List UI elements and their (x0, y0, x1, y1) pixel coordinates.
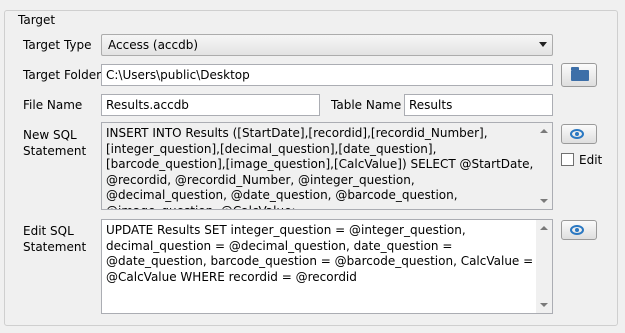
edit-sql-label-line1: Edit SQL (23, 224, 74, 238)
target-folder-label: Target Folder (23, 68, 102, 82)
group-title: Target (15, 13, 59, 27)
scroll-up-arrow-icon[interactable] (540, 129, 548, 133)
edit-sql-text: UPDATE Results SET integer_question = @i… (106, 223, 534, 284)
table-name-input[interactable]: Results (404, 94, 553, 116)
view-edit-sql-button[interactable] (561, 220, 597, 240)
target-type-label: Target Type (23, 38, 92, 52)
chevron-down-icon (539, 42, 547, 47)
file-name-input[interactable]: Results.accdb (101, 94, 320, 116)
new-sql-textarea[interactable]: INSERT INTO Results ([StartDate],[record… (101, 122, 553, 210)
browse-folder-button[interactable] (561, 63, 597, 87)
new-sql-scrollbar[interactable] (536, 123, 552, 209)
target-folder-input[interactable]: C:\Users\public\Desktop (101, 64, 553, 86)
folder-icon (571, 67, 589, 81)
new-sql-label-line1: New SQL (23, 128, 77, 142)
file-name-label: File Name (23, 98, 83, 112)
new-sql-text: INSERT INTO Results ([StartDate],[record… (106, 126, 534, 209)
scroll-down-arrow-icon[interactable] (540, 199, 548, 203)
edit-sql-textarea[interactable]: UPDATE Results SET integer_question = @i… (101, 219, 553, 314)
scroll-down-arrow-icon[interactable] (540, 303, 548, 307)
table-name-label: Table Name (331, 98, 402, 112)
eye-icon (570, 225, 584, 235)
edit-sql-label-line2: Statement (23, 240, 87, 254)
target-type-value: Access (accdb) (108, 38, 199, 52)
edit-sql-scrollbar[interactable] (536, 220, 552, 313)
eye-icon (570, 129, 584, 139)
edit-checkbox[interactable] (561, 153, 574, 166)
view-new-sql-button[interactable] (561, 124, 597, 144)
scroll-up-arrow-icon[interactable] (540, 226, 548, 230)
new-sql-label-line2: Statement (23, 144, 87, 158)
edit-checkbox-label: Edit (579, 153, 603, 167)
target-type-select[interactable]: Access (accdb) (101, 34, 553, 56)
